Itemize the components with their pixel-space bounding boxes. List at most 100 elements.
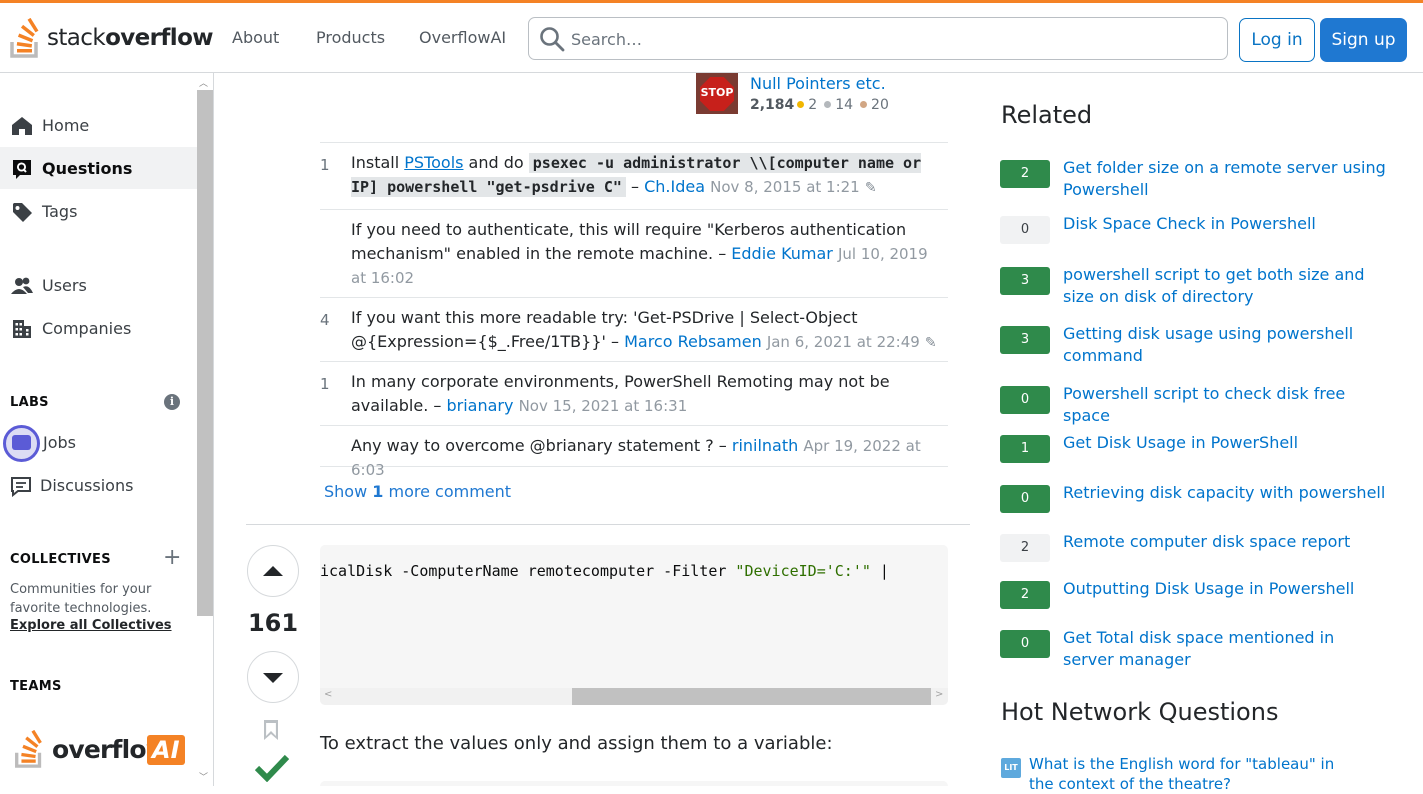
nav-home-label: Home	[42, 116, 90, 135]
tag-icon	[13, 203, 32, 222]
related-question-link[interactable]: Powershell script to check disk free spa…	[1063, 383, 1388, 427]
nav-questions-label: Questions	[42, 159, 133, 178]
comment-body: If you need to authenticate, this will r…	[351, 220, 928, 287]
literature-site-icon: LIT	[1001, 758, 1021, 778]
accepted-check-icon	[255, 754, 289, 782]
nav-home[interactable]: Home	[0, 104, 197, 146]
hot-question-link[interactable]: What is the English word for "tableau" i…	[1029, 754, 1359, 794]
nav-jobs[interactable]: Jobs	[0, 421, 197, 463]
silver-badge-count: 14	[835, 97, 854, 113]
code-scrollbar-thumb[interactable]	[572, 688, 931, 705]
comment-user-link[interactable]: brianary	[446, 396, 513, 415]
related-question-link[interactable]: Get folder size on a remote server using…	[1063, 157, 1388, 201]
related-question-link[interactable]: Retrieving disk capacity with powershell	[1063, 482, 1388, 504]
related-question-link[interactable]: Outputting Disk Usage in Powershell	[1063, 578, 1388, 600]
nav-overflowai[interactable]: OverflowAI	[419, 28, 506, 47]
comment-score: 1	[320, 156, 330, 174]
comment-body: In many corporate environments, PowerShe…	[351, 372, 890, 415]
related-question-link[interactable]: powershell script to get both size and s…	[1063, 264, 1388, 308]
stack-logo-icon	[10, 18, 39, 58]
related-question-link[interactable]: Get Disk Usage in PowerShell	[1063, 432, 1388, 454]
comment: If you need to authenticate, this will r…	[320, 209, 948, 297]
answer-count-badge: 1	[1000, 435, 1050, 463]
edited-pencil-icon[interactable]: ✎	[925, 331, 937, 355]
nav-discussions-label: Discussions	[40, 476, 134, 495]
nav-companies-label: Companies	[42, 319, 132, 338]
comment: 4 If you want this more readable try: 'G…	[320, 297, 948, 361]
nav-companies[interactable]: Companies	[0, 307, 197, 349]
left-scrollbar-thumb[interactable]	[197, 90, 213, 616]
stack-logo-icon	[15, 730, 42, 768]
comment-date[interactable]: Nov 15, 2021 at 16:31	[519, 397, 688, 415]
nav-discussions[interactable]: Discussions	[0, 464, 197, 506]
comment-date[interactable]: Nov 8, 2015 at 1:21	[710, 178, 860, 196]
answer-count-badge: 2	[1000, 581, 1050, 609]
overflow-ai-badge: AI	[147, 735, 185, 765]
hot-network-heading: Hot Network Questions	[1001, 698, 1279, 726]
right-sidebar: Related 2 Get folder size on a remote ser…	[1000, 73, 1410, 793]
comment-score: 4	[320, 311, 330, 329]
info-icon[interactable]: i	[164, 394, 180, 410]
search-placeholder: Search…	[571, 30, 642, 49]
upvote-button[interactable]	[247, 545, 299, 597]
scroll-up-arrow[interactable]: ︿	[199, 76, 208, 89]
scroll-down-arrow[interactable]: ﹀	[199, 770, 208, 783]
nav-about[interactable]: About	[232, 28, 279, 47]
users-icon	[11, 277, 33, 294]
comment: 1 In many corporate environments, PowerS…	[320, 361, 948, 425]
plus-icon[interactable]: +	[163, 547, 181, 569]
comment-date[interactable]: Jan 6, 2021 at 22:49	[767, 333, 920, 351]
comment-user-link[interactable]: Ch.Idea	[644, 177, 705, 196]
signup-button[interactable]: Sign up	[1320, 18, 1407, 62]
companies-icon	[13, 320, 31, 338]
answer-paragraph: To extract the values only and assign th…	[320, 733, 833, 754]
up-arrow-icon	[263, 566, 283, 576]
downvote-button[interactable]	[247, 651, 299, 703]
related-question-link[interactable]: Getting disk usage using powershell comm…	[1063, 323, 1388, 367]
related-heading: Related	[1001, 101, 1093, 129]
edited-pencil-icon[interactable]: ✎	[865, 176, 877, 200]
show-more-comments-link[interactable]: Show 1 more comment	[324, 482, 511, 501]
comment-score: 1	[320, 375, 330, 393]
overflow-ai-logo[interactable]: overflow AI	[14, 730, 194, 770]
stackoverflow-logo[interactable]: stackoverflow	[10, 16, 214, 60]
pstools-link[interactable]: PSTools	[404, 153, 463, 172]
answer-count-badge: 0	[1000, 485, 1050, 513]
nav-users[interactable]: Users	[0, 264, 197, 306]
answer-divider	[246, 524, 970, 525]
answer-count-badge: 2	[1000, 534, 1050, 562]
explore-collectives-link[interactable]: Explore all Collectives	[10, 618, 172, 633]
code-block: icalDisk -ComputerName remotecomputer -F…	[320, 545, 948, 705]
answer-count-badge: 3	[1000, 267, 1050, 295]
logo-wordmark: stackoverflow	[47, 25, 214, 51]
related-question-link[interactable]: Disk Space Check in Powershell	[1063, 213, 1388, 235]
bronze-badge-count: 20	[871, 97, 889, 113]
silver-badge-icon	[824, 101, 832, 108]
nav-tags-label: Tags	[42, 202, 78, 221]
login-button[interactable]: Log in	[1239, 18, 1315, 62]
bronze-badge-icon	[860, 101, 868, 108]
answer-count-badge: 3	[1000, 326, 1050, 354]
bookmark-icon[interactable]	[264, 720, 278, 740]
comment-user-link[interactable]: Eddie Kumar	[731, 244, 833, 263]
comment-user-link[interactable]: rinilnath	[732, 436, 798, 455]
owner-reputation: 2,184 2 14 20	[750, 97, 889, 113]
related-question-link[interactable]: Remote computer disk space report	[1063, 531, 1388, 553]
scroll-right-arrow[interactable]: >	[935, 689, 943, 700]
owner-name-link[interactable]: Null Pointers etc.	[750, 74, 886, 93]
comment-body: Install PSTools and do psexec -u adminis…	[351, 151, 941, 200]
related-question-link[interactable]: Get Total disk space mentioned in server…	[1063, 627, 1388, 671]
avatar-stop-text: STOP	[700, 86, 734, 99]
user-avatar[interactable]: STOP	[696, 73, 738, 114]
main-content: STOP Null Pointers etc. 2,184 2 14 20 1 Ins…	[215, 73, 970, 786]
code-block	[320, 781, 948, 786]
discussions-icon	[11, 477, 31, 497]
reputation-score: 2,184	[750, 97, 795, 113]
scroll-left-arrow[interactable]: <	[324, 689, 332, 700]
nav-questions[interactable]: Questions	[0, 147, 197, 189]
nav-tags[interactable]: Tags	[0, 190, 197, 232]
comment-user-link[interactable]: Marco Rebsamen	[624, 332, 762, 351]
collectives-description: Communities for your favorite technologi…	[10, 582, 152, 616]
search-input[interactable]: Search…	[528, 17, 1228, 60]
nav-products[interactable]: Products	[316, 28, 385, 47]
